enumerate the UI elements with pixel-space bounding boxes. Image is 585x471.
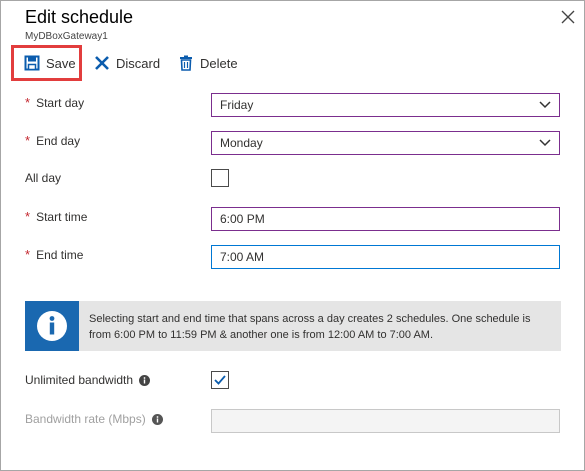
bandwidth-rate-label: Bandwidth rate (Mbps) [25, 412, 163, 426]
all-day-label: All day [25, 171, 61, 185]
start-time-value: 6:00 PM [220, 212, 265, 226]
unlimited-bandwidth-label-text: Unlimited bandwidth [25, 373, 134, 387]
start-day-value: Friday [220, 98, 254, 112]
unlimited-bandwidth-label: Unlimited bandwidth [25, 373, 151, 387]
start-day-label-text: Start day [36, 95, 85, 110]
panel-title: Edit schedule [25, 7, 134, 27]
panel-subtitle: MyDBoxGateway1 [25, 31, 108, 42]
start-time-input[interactable]: 6:00 PM [211, 207, 560, 231]
info-icon[interactable] [139, 374, 151, 386]
save-label: Save [46, 55, 76, 71]
start-time-label: * Start time [25, 209, 87, 224]
all-day-checkbox[interactable] [211, 169, 229, 187]
unlimited-bandwidth-checkbox[interactable] [211, 371, 229, 389]
end-day-label: * End day [25, 133, 80, 148]
end-day-value: Monday [220, 136, 263, 150]
end-time-value: 7:00 AM [220, 250, 265, 264]
end-day-label-text: End day [36, 133, 81, 148]
required-marker: * [25, 95, 31, 110]
info-banner-icon-box [25, 301, 79, 351]
bandwidth-rate-label-text: Bandwidth rate (Mbps) [25, 412, 146, 426]
required-marker: * [25, 247, 31, 262]
info-icon[interactable] [151, 413, 163, 425]
end-day-dropdown[interactable]: Monday [211, 131, 560, 155]
start-day-label: * Start day [25, 95, 84, 110]
end-time-input[interactable]: 7:00 AM [211, 245, 560, 269]
required-marker: * [25, 209, 31, 224]
start-time-label-text: Start time [36, 209, 88, 224]
bandwidth-rate-input [211, 409, 560, 433]
x-icon [95, 56, 109, 70]
edit-schedule-panel: Edit schedule MyDBoxGateway1 Save Discar… [0, 0, 585, 471]
info-banner-text: Selecting start and end time that spans … [89, 313, 531, 341]
info-icon [37, 311, 67, 341]
discard-button[interactable]: Discard [94, 45, 160, 81]
start-day-dropdown[interactable]: Friday [211, 93, 560, 117]
all-day-label-text: All day [25, 171, 62, 185]
trash-icon [180, 55, 192, 71]
chevron-down-icon [539, 139, 551, 147]
end-time-label: * End time [25, 247, 83, 262]
checkmark-icon [214, 375, 226, 385]
close-button[interactable] [557, 6, 579, 28]
delete-label: Delete [200, 55, 238, 71]
discard-label: Discard [116, 55, 161, 71]
required-marker: * [25, 133, 31, 148]
info-banner: Selecting start and end time that spans … [25, 301, 561, 351]
save-icon [24, 55, 40, 71]
close-icon [561, 10, 575, 24]
chevron-down-icon [539, 101, 551, 109]
save-button[interactable]: Save [11, 45, 82, 81]
end-time-label-text: End time [36, 247, 84, 262]
delete-button[interactable]: Delete [178, 45, 238, 81]
